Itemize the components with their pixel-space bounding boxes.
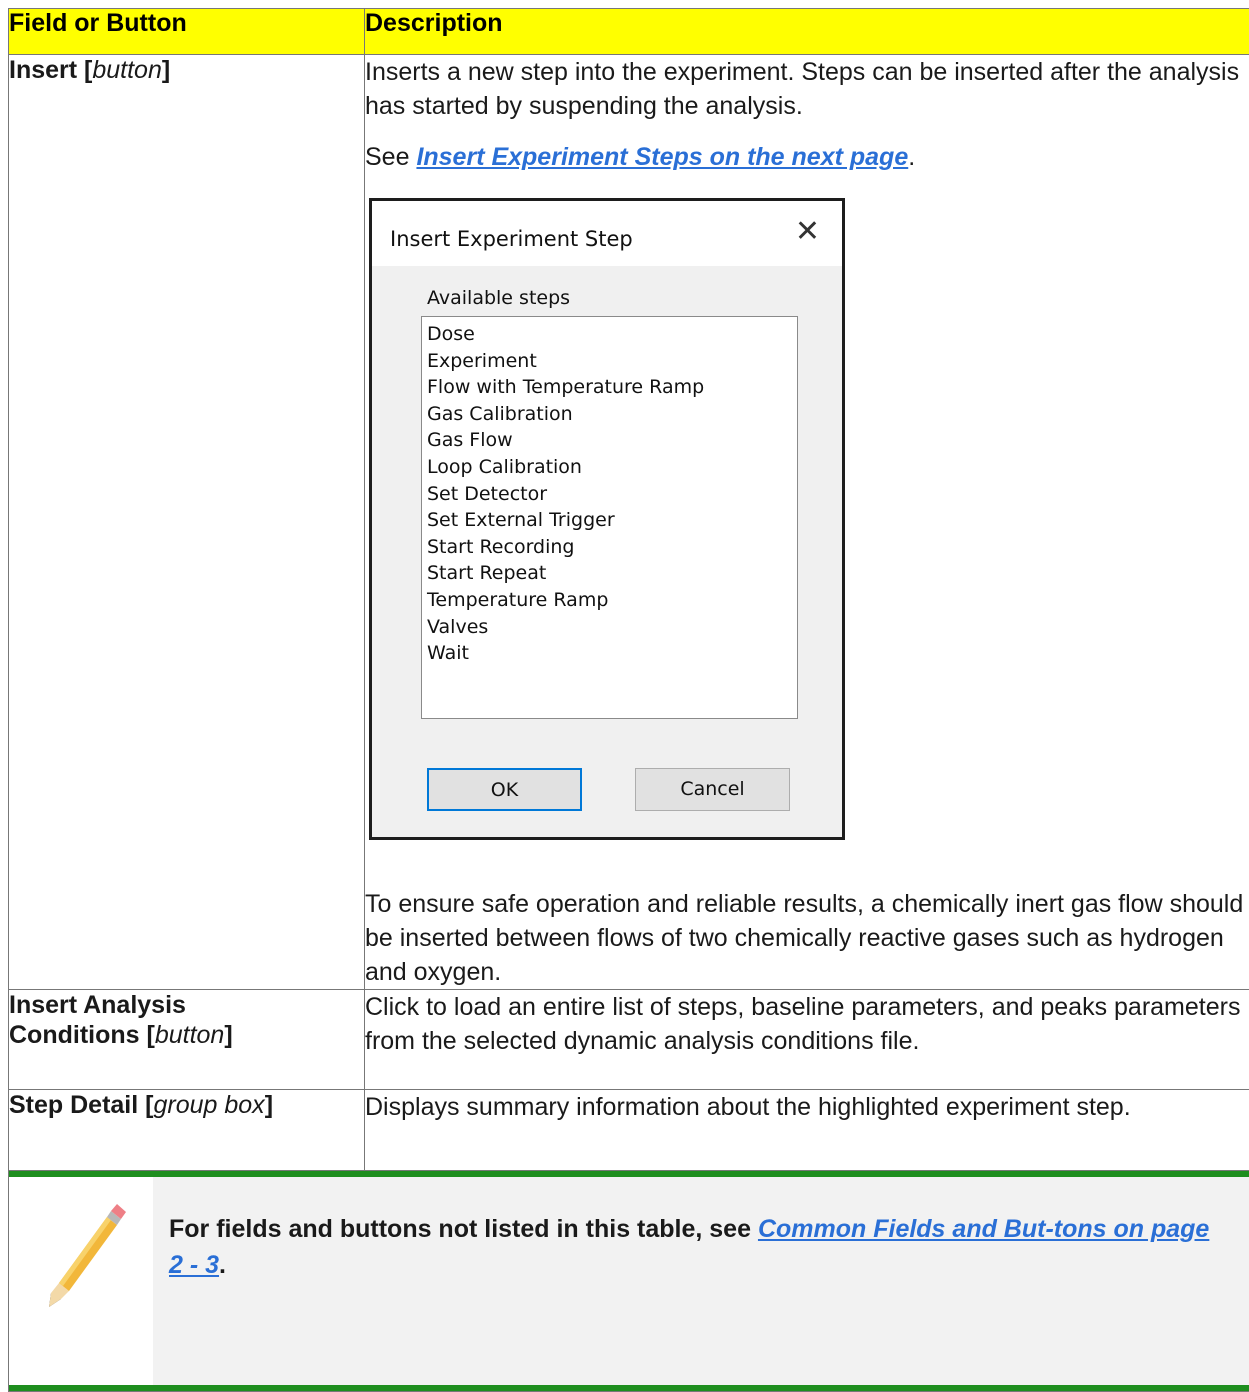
available-steps-list[interactable]: DoseExperimentFlow with Temperature Ramp… xyxy=(421,316,798,719)
description-cell: Click to load an entire list of steps, b… xyxy=(365,990,1249,1090)
field-type: button xyxy=(92,56,162,84)
list-item[interactable]: Start Recording xyxy=(427,534,797,561)
close-icon[interactable]: ✕ xyxy=(795,215,820,249)
list-item[interactable]: Dose xyxy=(427,321,797,348)
field-bracket: ] xyxy=(162,56,170,84)
list-item[interactable]: Set External Trigger xyxy=(427,507,797,534)
header-field-or-button: Field or Button xyxy=(9,9,365,55)
table-row-step-detail: Step Detail [group box] Displays summary… xyxy=(9,1090,1249,1171)
field-cell: Insert [button] xyxy=(9,55,365,990)
field-cell: Insert Analysis Conditions [button] xyxy=(9,990,365,1090)
description-cell: Displays summary information about the h… xyxy=(365,1090,1249,1171)
field-name-line1: Insert Analysis xyxy=(9,991,186,1019)
field-name: Insert [ xyxy=(9,56,92,84)
note-icon-cell xyxy=(9,1177,153,1385)
list-item[interactable]: Valves xyxy=(427,614,797,641)
field-bracket: ] xyxy=(265,1091,273,1119)
field-cell: Step Detail [group box] xyxy=(9,1090,365,1171)
list-item[interactable]: Set Detector xyxy=(427,481,797,508)
note-suffix: . xyxy=(219,1251,226,1279)
list-item[interactable]: Wait xyxy=(427,640,797,667)
list-item[interactable]: Experiment xyxy=(427,348,797,375)
field-type: group box xyxy=(153,1091,264,1119)
list-item[interactable]: Loop Calibration xyxy=(427,454,797,481)
fields-table: Field or Button Description Insert [butt… xyxy=(8,8,1249,1392)
insert-experiment-step-dialog: Insert Experiment Step ✕ Available steps… xyxy=(369,198,845,840)
list-item[interactable]: Start Repeat xyxy=(427,560,797,587)
description-cell: Inserts a new step into the experiment. … xyxy=(365,55,1249,990)
table-header-row: Field or Button Description xyxy=(9,9,1249,55)
insert-steps-link[interactable]: Insert Experiment Steps on the next page xyxy=(416,143,908,171)
step-detail-description: Displays summary information about the h… xyxy=(365,1090,1249,1124)
insert-description: Inserts a new step into the experiment. … xyxy=(365,55,1249,123)
field-type: button xyxy=(155,1021,225,1049)
pencil-icon xyxy=(31,1195,131,1315)
list-item[interactable]: Flow with Temperature Ramp xyxy=(427,374,797,401)
table-row-insert: Insert [button] Inserts a new step into … xyxy=(9,55,1249,990)
see-suffix: . xyxy=(908,143,915,171)
note-box: For fields and buttons not listed in thi… xyxy=(9,1171,1249,1391)
field-name: Step Detail [ xyxy=(9,1091,153,1119)
field-name-line2: Conditions [ xyxy=(9,1021,155,1049)
note-text: For fields and buttons not listed in thi… xyxy=(169,1211,1229,1283)
list-item[interactable]: Gas Flow xyxy=(427,427,797,454)
dialog-title: Insert Experiment Step xyxy=(390,222,633,256)
note-row: For fields and buttons not listed in thi… xyxy=(9,1171,1249,1392)
see-also-line: See Insert Experiment Steps on the next … xyxy=(365,140,1249,174)
list-item[interactable]: Gas Calibration xyxy=(427,401,797,428)
see-prefix: See xyxy=(365,143,416,171)
analysis-conditions-description: Click to load an entire list of steps, b… xyxy=(365,990,1249,1058)
field-bracket: ] xyxy=(224,1021,232,1049)
cancel-button[interactable]: Cancel xyxy=(635,768,790,811)
table-row-insert-analysis-conditions: Insert Analysis Conditions [button] Clic… xyxy=(9,990,1249,1090)
safety-note: To ensure safe operation and reliable re… xyxy=(365,887,1249,989)
note-cell: For fields and buttons not listed in thi… xyxy=(9,1171,1249,1392)
dialog-titlebar: Insert Experiment Step ✕ xyxy=(372,201,842,266)
header-description: Description xyxy=(365,9,1249,55)
ok-button[interactable]: OK xyxy=(427,768,582,811)
available-steps-label: Available steps xyxy=(427,281,570,315)
list-item[interactable]: Temperature Ramp xyxy=(427,587,797,614)
note-prefix: For fields and buttons not listed in thi… xyxy=(169,1215,758,1243)
